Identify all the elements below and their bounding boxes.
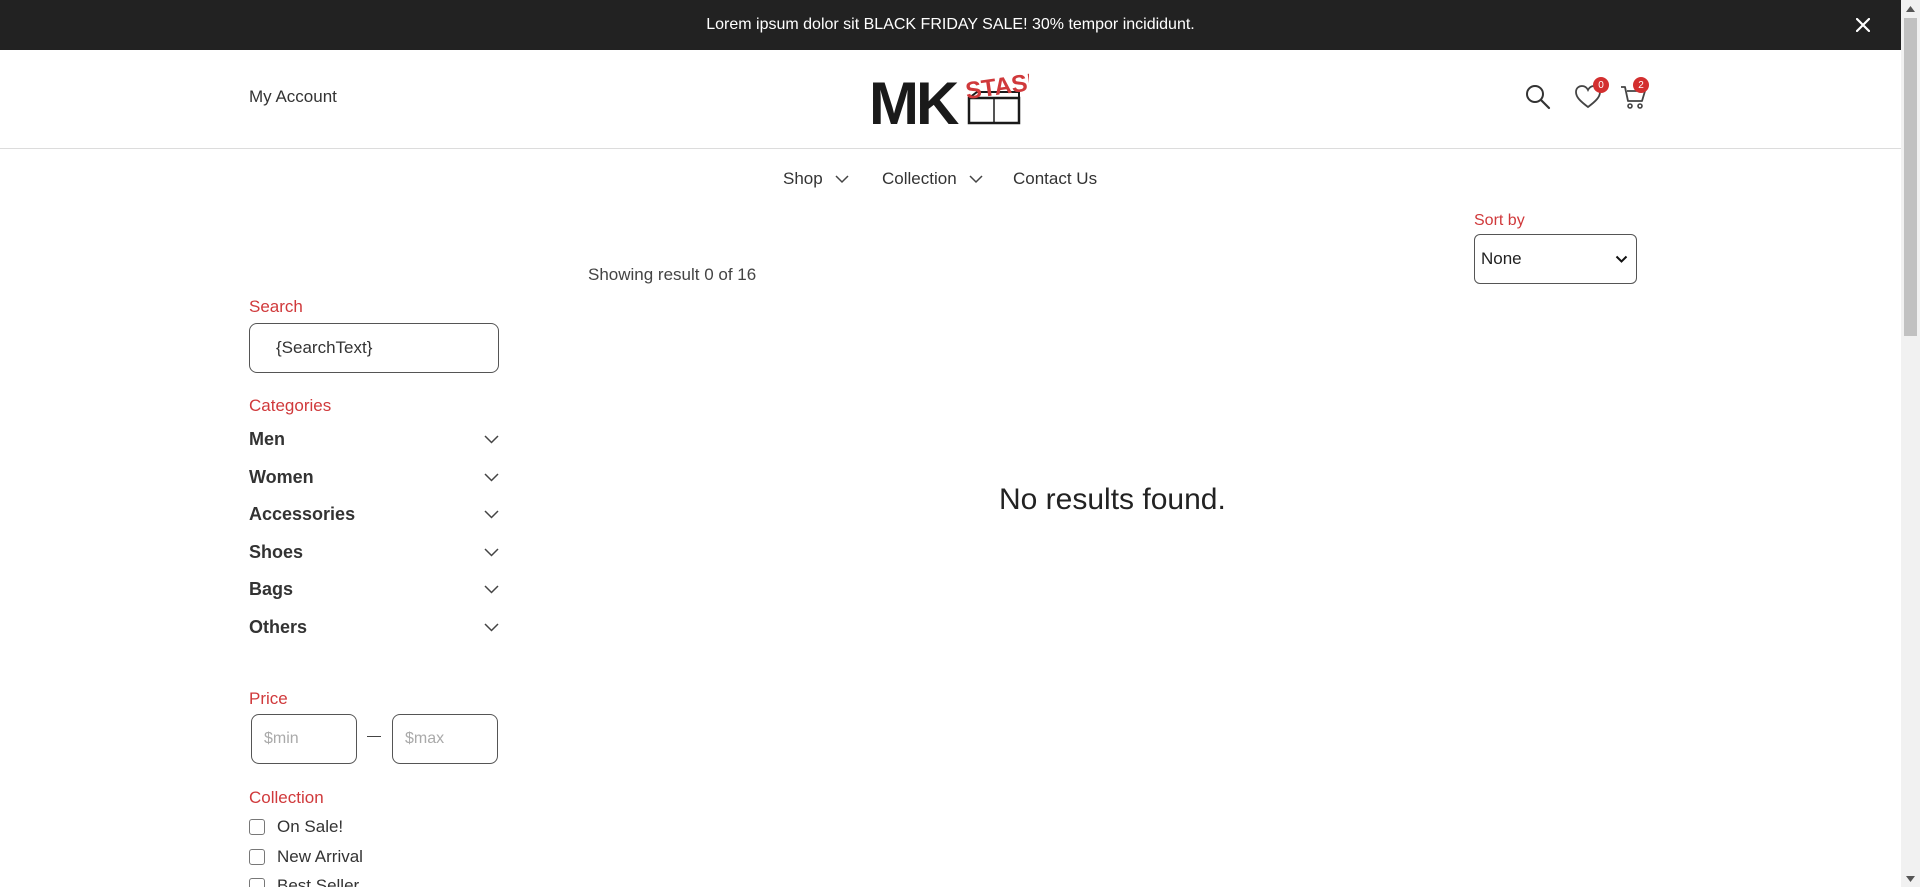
category-name: Men: [249, 428, 285, 449]
scroll-down-arrow-icon[interactable]: [1901, 870, 1920, 887]
chevron-down-icon: [1615, 255, 1628, 263]
wishlist-heart-icon[interactable]: 0: [1574, 77, 1609, 111]
my-account-link[interactable]: My Account: [249, 87, 337, 107]
announcement-text: Lorem ipsum dolor sit BLACK FRIDAY SALE!…: [706, 16, 1195, 33]
collection-option-label: New Arrival: [277, 847, 363, 866]
price-label: Price: [249, 689, 288, 708]
price-max-input[interactable]: [392, 714, 498, 764]
category-item-bags[interactable]: Bags: [249, 575, 499, 603]
collection-option-label: On Sale!: [277, 817, 344, 836]
search-icon[interactable]: [1524, 83, 1552, 111]
close-icon[interactable]: [1851, 13, 1875, 37]
announcement-bar: Lorem ipsum dolor sit BLACK FRIDAY SALE!…: [0, 0, 1901, 50]
category-name: Shoes: [249, 541, 304, 562]
nav-item-collection[interactable]: Collection: [882, 169, 983, 189]
nav-item-label: Contact Us: [1013, 169, 1098, 188]
category-item-shoes[interactable]: Shoes: [249, 538, 499, 566]
site-logo[interactable]: MK STASH: [869, 67, 1046, 137]
site-header: My Account MK STASH 0 2: [0, 50, 1901, 149]
cart-icon[interactable]: 2: [1619, 77, 1649, 111]
checkbox[interactable]: [249, 819, 265, 835]
nav-item-shop[interactable]: Shop: [783, 169, 849, 189]
nav-item-label: Collection: [882, 169, 957, 188]
category-name: Others: [249, 616, 308, 637]
price-range-dash: [367, 736, 381, 737]
category-item-accessories[interactable]: Accessories: [249, 500, 499, 528]
category-name: Women: [249, 466, 314, 487]
no-results-message: No results found.: [999, 483, 1226, 516]
chevron-down-icon: [835, 174, 849, 183]
nav-item-contact-us[interactable]: Contact Us: [1013, 169, 1097, 189]
collection-option-label: Best Seller: [277, 876, 360, 887]
category-item-others[interactable]: Others: [249, 613, 499, 641]
category-name: Bags: [249, 578, 294, 599]
sort-selected-value: None: [1481, 249, 1522, 268]
collection-option-best-seller[interactable]: Best Seller: [249, 876, 359, 887]
scroll-up-arrow-icon[interactable]: [1901, 0, 1920, 17]
sort-select[interactable]: None: [1474, 234, 1637, 284]
chevron-down-icon: [484, 509, 499, 519]
checkbox[interactable]: [249, 849, 265, 865]
chevron-down-icon: [484, 584, 499, 594]
price-min-input[interactable]: [251, 714, 357, 764]
nav-item-label: Shop: [783, 169, 823, 188]
category-name: Accessories: [249, 503, 356, 524]
chevron-down-icon: [484, 622, 499, 632]
category-item-women[interactable]: Women: [249, 463, 499, 491]
chevron-down-icon: [484, 547, 499, 557]
wishlist-count-badge: 0: [1593, 77, 1609, 93]
chevron-down-icon: [484, 434, 499, 444]
categories-label: Categories: [249, 396, 332, 415]
scrollbar-thumb[interactable]: [1904, 18, 1917, 336]
sort-by-label: Sort by: [1474, 212, 1525, 229]
chevron-down-icon: [969, 174, 983, 183]
search-label: Search: [249, 297, 303, 316]
collection-label: Collection: [249, 788, 324, 807]
collection-option-new-arrival[interactable]: New Arrival: [249, 847, 363, 867]
page-scrollbar[interactable]: [1901, 0, 1920, 887]
chevron-down-icon: [484, 472, 499, 482]
cart-count-badge: 2: [1633, 77, 1649, 93]
category-item-men[interactable]: Men: [249, 425, 499, 453]
results-count: Showing result 0 of 16: [588, 265, 757, 284]
page-viewport: Lorem ipsum dolor sit BLACK FRIDAY SALE!…: [0, 0, 1901, 887]
collection-option-on-sale[interactable]: On Sale!: [249, 817, 343, 837]
search-input[interactable]: [249, 323, 499, 373]
svg-text:MK: MK: [869, 72, 959, 128]
main-nav: Shop Collection Contact Us: [0, 150, 1901, 208]
checkbox[interactable]: [249, 878, 265, 887]
